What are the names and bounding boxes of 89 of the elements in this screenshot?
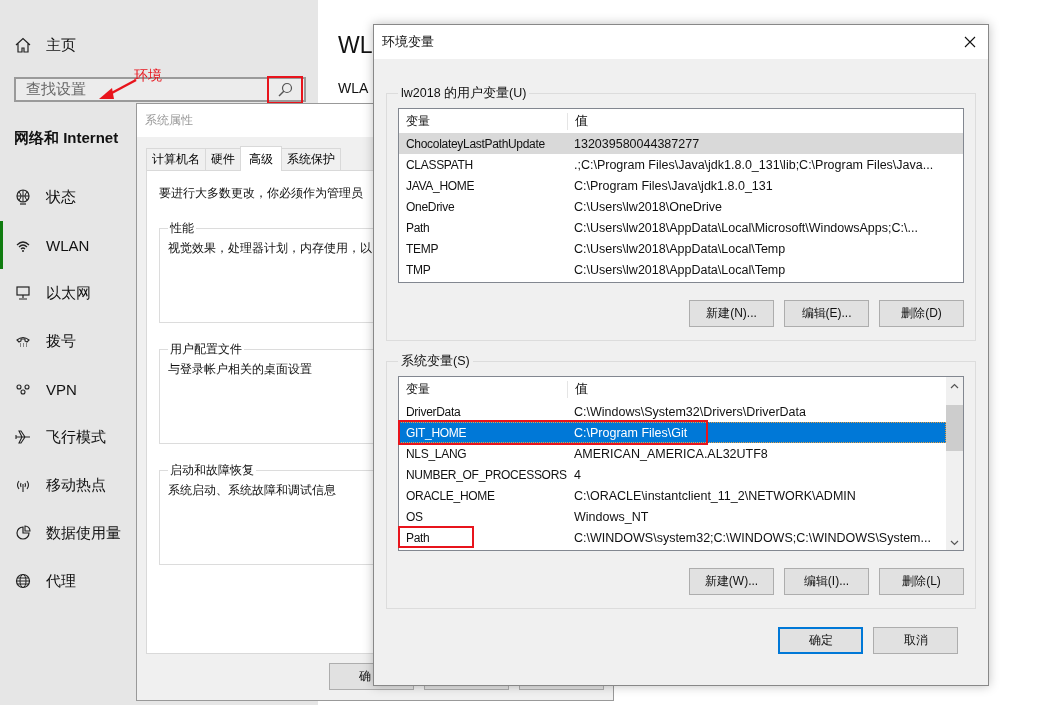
nav-item[interactable]: 代理 xyxy=(0,557,84,605)
section-title: 网络和 Internet xyxy=(14,128,120,148)
variable-value: C:\Users\lw2018\AppData\Local\Microsoft\WindowsApps;C:\... xyxy=(573,220,918,235)
variable-value: C:\Users\lw2018\AppData\Local\Temp xyxy=(573,262,786,277)
dialog-button[interactable]: 新建(W)... xyxy=(689,568,774,595)
variable-name: Path xyxy=(405,220,431,235)
group-text: 系统启动、系统故障和调试信息 xyxy=(168,483,336,498)
variable-value: C:\Program Files\Git xyxy=(573,425,688,440)
nav-item[interactable]: 状态 xyxy=(0,173,84,221)
list-row[interactable]: JAVA_HOME C:\Program Files\Java\jdk1.8.0_131 xyxy=(399,175,963,196)
list-row[interactable]: ChocolateyLastPathUpdate 132039580044387277 xyxy=(399,133,963,154)
variable-value: C:\Windows\System32\Drivers\DriverData xyxy=(573,404,806,419)
cancel-button[interactable]: 取消 xyxy=(873,627,958,654)
variable-value: C:\ORACLE\instantclient_11_2\NETWORK\ADMIN xyxy=(573,488,856,503)
page-subtitle: WLA xyxy=(338,80,369,96)
variable-value: C:\Program Files\Java\jdk1.8.0_131 xyxy=(573,178,773,193)
variable-name: TMP xyxy=(405,262,432,277)
home-icon[interactable] xyxy=(15,37,31,53)
group-text: 视觉效果，处理器计划，内存使用，以 xyxy=(168,241,372,256)
group-title: 用户配置文件 xyxy=(169,341,243,358)
close-icon[interactable] xyxy=(964,36,976,48)
group-text: 与登录帐户相关的桌面设置 xyxy=(168,362,312,377)
variable-name: NUMBER_OF_PROCESSORS xyxy=(405,467,567,482)
nav-item[interactable]: 以太网 xyxy=(0,269,99,317)
variable-value: 132039580044387277 xyxy=(573,136,700,151)
group-title: 系统变量(S) xyxy=(400,353,471,370)
group-title: 性能 xyxy=(169,220,195,237)
nav-item[interactable]: 移动热点 xyxy=(0,461,114,509)
dialog-button[interactable]: 编辑(E)... xyxy=(784,300,869,327)
variable-name: CLASSPATH xyxy=(405,157,474,172)
home-link[interactable]: 主页 xyxy=(46,35,76,55)
variable-name: Path xyxy=(405,530,431,545)
variable-name: OS xyxy=(405,509,424,524)
scroll-down-icon[interactable] xyxy=(950,540,959,546)
variable-name: JAVA_HOME xyxy=(405,178,476,193)
list-row[interactable]: Path C:\WINDOWS\system32;C:\WINDOWS;C:\WINDOWS\System... xyxy=(399,527,946,548)
globe-icon xyxy=(15,573,31,589)
nav-item[interactable]: 数据使用量 xyxy=(0,509,129,557)
variable-value: C:\Users\lw2018\AppData\Local\Temp xyxy=(573,241,786,256)
monitor-icon xyxy=(15,285,31,301)
notice-text: 要进行大多数更改，你必须作为管理员 xyxy=(159,185,363,202)
list-row[interactable]: OneDrive C:\Users\lw2018\OneDrive xyxy=(399,196,963,217)
column-header[interactable]: 值 xyxy=(568,113,588,130)
ok-button[interactable]: 确定 xyxy=(778,627,863,654)
dialog-button[interactable]: 编辑(I)... xyxy=(784,568,869,595)
dialog-button[interactable]: 删除(D) xyxy=(879,300,964,327)
list-row[interactable]: NLS_LANG AMERICAN_AMERICA.AL32UTF8 xyxy=(399,443,946,464)
column-header[interactable]: 值 xyxy=(568,381,588,398)
variable-value: C:\WINDOWS\system32;C:\WINDOWS;C:\WINDOWS\System... xyxy=(573,530,931,545)
list-row[interactable]: DriverData C:\Windows\System32\Drivers\DriverData xyxy=(399,401,946,422)
pie-chart-icon xyxy=(15,525,31,541)
airplane-icon xyxy=(15,429,31,445)
list-row[interactable]: Path C:\Users\lw2018\AppData\Local\Microsoft\WindowsApps;C:\... xyxy=(399,217,963,238)
list-row[interactable]: CLASSPATH .;C:\Program Files\Java\jdk1.8.0_131\lib;C:\Program Files\Java... xyxy=(399,154,963,175)
list-row[interactable]: OS Windows_NT xyxy=(399,506,946,527)
globe-monitor-icon xyxy=(15,189,31,205)
dialog-button[interactable]: 删除(L) xyxy=(879,568,964,595)
nav-item[interactable]: VPN xyxy=(0,365,85,413)
dialog-button[interactable]: 新建(N)... xyxy=(689,300,774,327)
scroll-thumb[interactable] xyxy=(946,405,963,451)
variable-name: GIT_HOME xyxy=(405,425,468,440)
variable-name: TEMP xyxy=(405,241,440,256)
page-title: WL xyxy=(338,31,373,60)
nav-item[interactable]: 拨号 xyxy=(0,317,84,365)
nav-item[interactable]: 飞行模式 xyxy=(0,413,114,461)
group-title: 启动和故障恢复 xyxy=(169,462,255,479)
list-row[interactable]: GIT_HOME C:\Program Files\Git xyxy=(399,422,946,443)
variable-name: NLS_LANG xyxy=(405,446,468,461)
column-header[interactable]: 变量 xyxy=(399,381,568,398)
window-title: 系统属性 xyxy=(145,112,193,129)
variable-name: ChocolateyLastPathUpdate xyxy=(405,136,546,151)
column-header[interactable]: 变量 xyxy=(399,113,568,130)
variable-value: .;C:\Program Files\Java\jdk1.8.0_131\lib;C:\Program Files\Java... xyxy=(573,157,934,172)
variable-name: OneDrive xyxy=(405,199,456,214)
variable-name: ORACLE_HOME xyxy=(405,488,496,503)
variable-value: C:\Users\lw2018\OneDrive xyxy=(573,199,722,214)
variable-name: DriverData xyxy=(405,404,462,419)
window-title: 环境变量 xyxy=(382,33,434,51)
scroll-up-icon[interactable] xyxy=(950,383,959,389)
variable-value: Windows_NT xyxy=(573,509,649,524)
list-row[interactable]: TEMP C:\Users\lw2018\AppData\Local\Temp xyxy=(399,238,963,259)
variable-value: 4 xyxy=(573,467,581,482)
list-row[interactable]: NUMBER_OF_PROCESSORS 4 xyxy=(399,464,946,485)
list-row[interactable]: TMP C:\Users\lw2018\AppData\Local\Temp xyxy=(399,259,963,280)
scrollbar[interactable] xyxy=(946,377,963,550)
variable-value: AMERICAN_AMERICA.AL32UTF8 xyxy=(573,446,768,461)
list-row[interactable]: ORACLE_HOME C:\ORACLE\instantclient_11_2\NETWORK\ADMIN xyxy=(399,485,946,506)
group-title: lw2018 的用户变量(U) xyxy=(400,85,528,102)
nav-item[interactable]: WLAN xyxy=(0,221,98,269)
